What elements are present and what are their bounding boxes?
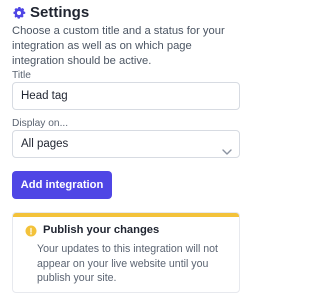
gear-icon	[12, 6, 26, 20]
settings-panel: Settings Choose a custom title and a sta…	[0, 0, 250, 301]
publish-callout: Publish your changes Your updates to thi…	[12, 212, 240, 293]
title-label: Title	[12, 70, 31, 81]
display-on-selected-value: All pages	[21, 138, 69, 150]
callout-header: Publish your changes	[25, 224, 160, 237]
settings-description: Choose a custom title and a status for y…	[12, 25, 225, 67]
page-title: Settings	[30, 4, 90, 21]
callout-accent-bar	[13, 213, 239, 217]
callout-body: Your updates to this integration will no…	[37, 243, 218, 284]
chevron-down-icon	[222, 140, 232, 155]
display-on-label: Display on...	[12, 118, 69, 129]
info-icon	[25, 224, 37, 237]
callout-title: Publish your changes	[43, 224, 160, 236]
title-input[interactable]: Head tag	[12, 82, 240, 110]
settings-header: Settings	[12, 5, 89, 21]
add-integration-button[interactable]: Add integration	[12, 171, 112, 199]
display-on-select[interactable]: All pages	[12, 130, 240, 158]
